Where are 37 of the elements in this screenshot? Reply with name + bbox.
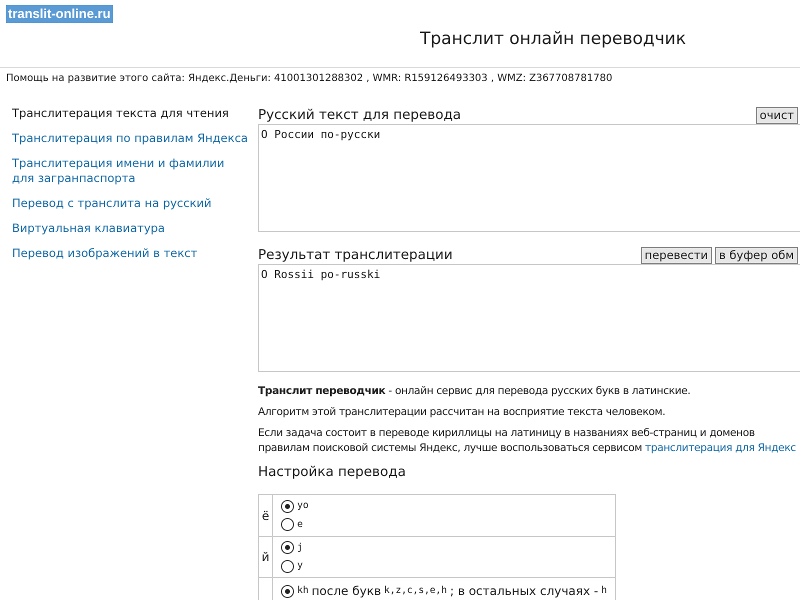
description-paragraph: Алгоритм этой транслитерации рассчитан на восприятие текста человеком. [258,405,666,420]
sidebar-link[interactable]: Транслитерация текста для чтения [12,106,248,121]
option-code: y [297,559,303,573]
sidebar-link[interactable]: Транслитерация имени и фамилии для загранпаспорта [12,156,248,186]
action-button[interactable]: в буфер обм [715,247,798,264]
radio-button[interactable] [281,560,294,573]
text-area[interactable]: О России по-русски [258,124,800,232]
description-paragraph: Транслит переводчик - онлайн сервис для перевода русских букв в латинские. [258,384,692,399]
option-code: j [297,540,303,555]
sidebar-link[interactable]: Транслитерация по правилам Яндекса [12,131,248,146]
option-text: после букв [312,583,382,600]
yandex-link[interactable]: транслитерация для Яндекс [645,442,796,454]
description-paragraph: Если задача состоит в переводе кириллицы на латиницу в названиях веб-страниц и доменов правилам поисковой системы Яндекс, лучше воспользоваться сервисом транслитерация для Яндекс [258,426,797,456]
site-logo[interactable]: translit-online.ru [6,5,113,23]
text-area[interactable]: O Rossii po-russki [258,264,800,372]
action-button[interactable]: перевести [640,247,712,264]
action-button[interactable]: очист [756,107,798,124]
settings-heading: Настройка перевода [258,463,407,482]
radio-button[interactable] [281,500,294,513]
letter-label: ё [262,508,270,522]
donation-info: Помощь на развитие этого сайта: Яндекс.Деньги: 41001301288302 , WMR: R159126493303 , WMZ: Z367708781780 [6,72,614,86]
option-code: yo [297,499,309,514]
option-code: h [601,584,607,598]
option-code: k,z,c,s,e,h [384,584,447,598]
field-label: Результат транслитерации [258,246,453,264]
radio-button[interactable] [281,518,294,532]
page-title: Транслит онлайн переводчик [420,28,687,51]
radio-button[interactable] [281,584,294,598]
option-text: ; в остальных случаях - [450,583,598,600]
sidebar-link[interactable]: Перевод изображений в текст [12,246,248,261]
field-label: Русский текст для перевода [258,106,462,124]
sidebar-link[interactable]: Перевод с транслита на русский [12,196,248,211]
option-code: kh [297,584,309,598]
option-code: e [297,518,303,532]
sidebar-link[interactable]: Виртуальная клавиатура [12,221,248,236]
radio-button[interactable] [281,541,294,554]
letter-label: й [262,550,270,564]
